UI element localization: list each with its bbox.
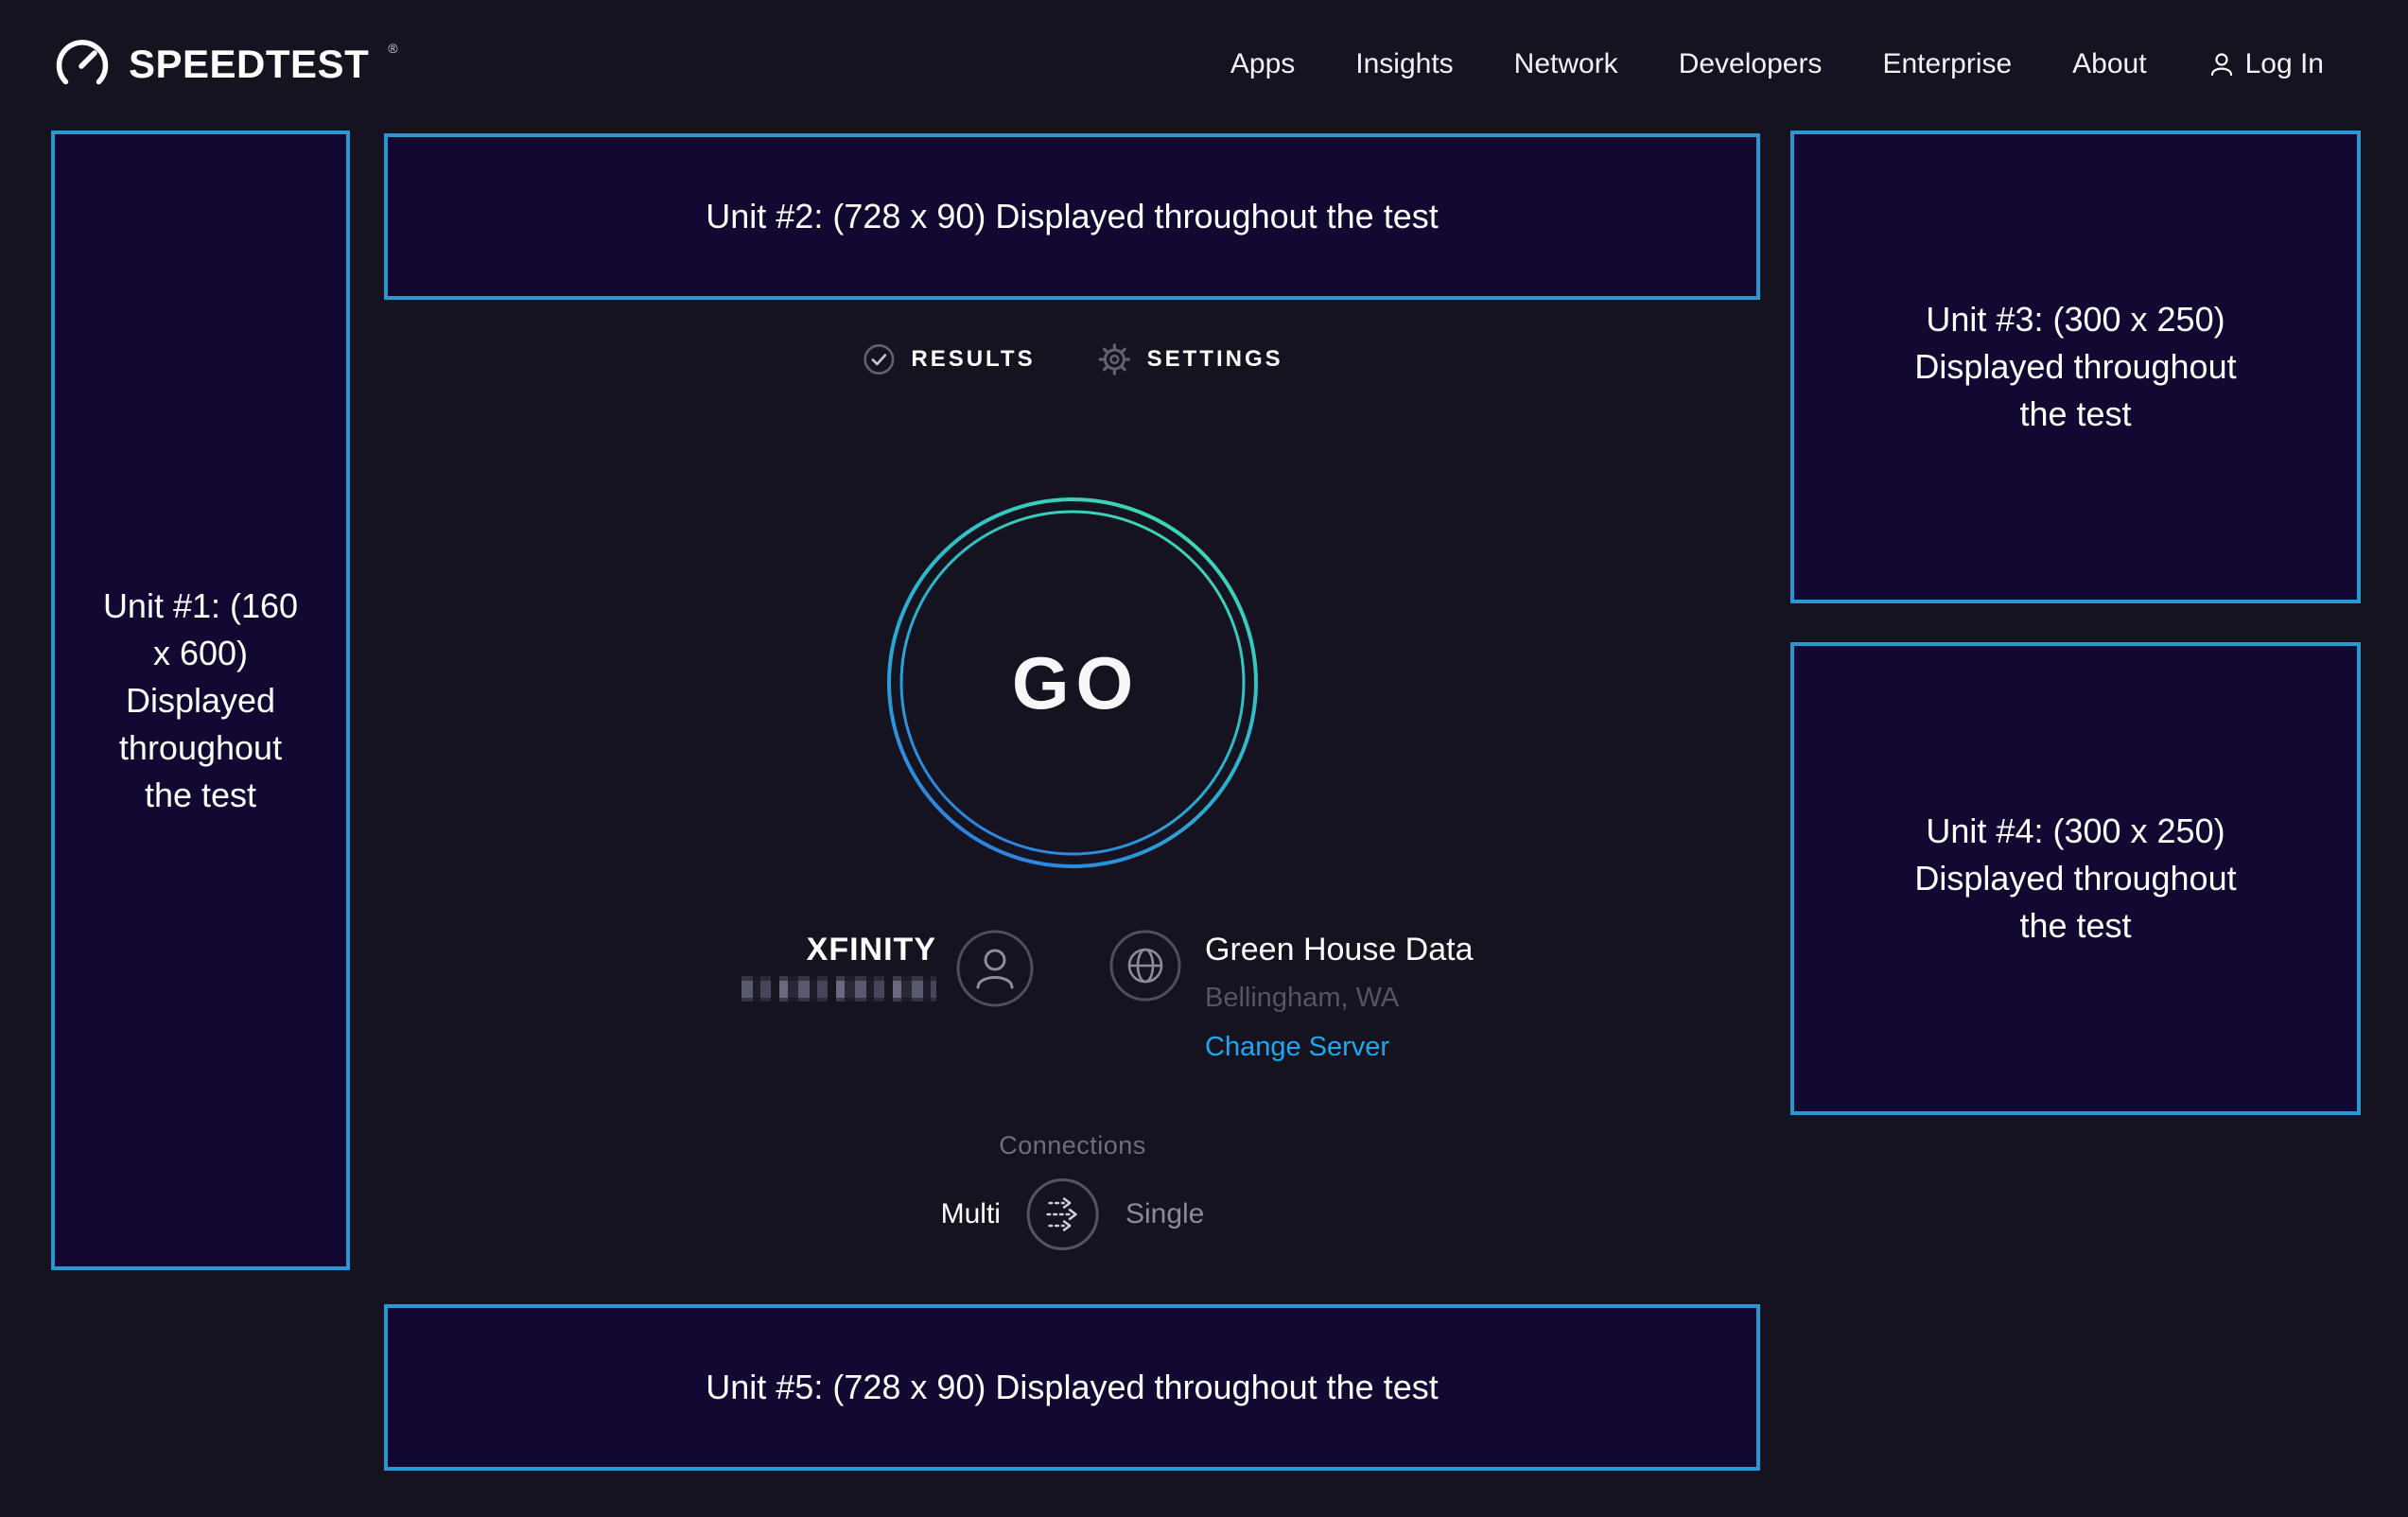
view-tabs: RESULTS SETTINGS: [862, 342, 1283, 376]
globe-circle-icon: [1108, 929, 1182, 1003]
speedtest-logo[interactable]: SPEEDTEST ®: [53, 35, 398, 94]
ad-unit-5[interactable]: Unit #5: (728 x 90) Displayed throughout…: [384, 1304, 1760, 1471]
logo-trademark: ®: [388, 41, 397, 56]
ad-unit-2-label: Unit #2: (728 x 90) Displayed throughout…: [706, 193, 1438, 240]
ad-unit-3[interactable]: Unit #3: (300 x 250) Displayed throughou…: [1790, 131, 2361, 603]
nav-item-about[interactable]: About: [2072, 48, 2146, 80]
connections-toggle-icon[interactable]: [1025, 1177, 1101, 1252]
connections-option-multi[interactable]: Multi: [941, 1198, 1001, 1230]
ad-unit-4[interactable]: Unit #4: (300 x 250) Displayed throughou…: [1790, 642, 2361, 1115]
speedometer-logo-icon: [53, 35, 112, 94]
check-circle-icon: [862, 342, 896, 376]
ad-unit-2[interactable]: Unit #2: (728 x 90) Displayed throughout…: [384, 133, 1760, 300]
user-icon: [2207, 50, 2236, 78]
tab-settings[interactable]: SETTINGS: [1098, 342, 1283, 376]
tab-settings-label: SETTINGS: [1147, 346, 1283, 373]
ad-unit-1[interactable]: Unit #1: (160 x 600) Displayed throughou…: [51, 131, 350, 1270]
server-location: Bellingham, WA: [1205, 984, 1474, 1012]
change-server-link[interactable]: Change Server: [1205, 1033, 1474, 1061]
isp-block: XFINITY: [742, 929, 1035, 1008]
go-button[interactable]: GO: [883, 494, 1262, 872]
ad-unit-1-label: Unit #1: (160 x 600) Displayed throughou…: [100, 583, 301, 819]
server-block: Green House Data Bellingham, WA Change S…: [1108, 929, 1474, 1061]
nav-item-network[interactable]: Network: [1514, 48, 1618, 80]
go-gradient-rings: [883, 494, 1262, 872]
login-link[interactable]: Log In: [2207, 48, 2324, 80]
tab-results[interactable]: RESULTS: [862, 342, 1035, 376]
login-label: Log In: [2245, 48, 2324, 80]
main-nav: Apps Insights Network Developers Enterpr…: [1230, 48, 2324, 80]
connections-label: Connections: [999, 1131, 1146, 1160]
server-name: Green House Data: [1205, 929, 1474, 970]
nav-item-insights[interactable]: Insights: [1355, 48, 1453, 80]
connections-toggle-row: Multi Single: [941, 1177, 1205, 1252]
nav-item-developers[interactable]: Developers: [1679, 48, 1823, 80]
top-nav-bar: SPEEDTEST ® Apps Insights Network Develo…: [0, 0, 2408, 129]
speedtest-page: SPEEDTEST ® Apps Insights Network Develo…: [0, 0, 2408, 1517]
tab-results-label: RESULTS: [911, 346, 1035, 373]
redacted-ip-address: [742, 976, 936, 1002]
nav-item-enterprise[interactable]: Enterprise: [1882, 48, 2012, 80]
isp-name[interactable]: XFINITY: [807, 932, 936, 968]
ad-unit-5-label: Unit #5: (728 x 90) Displayed throughout…: [706, 1364, 1438, 1411]
logo-text: SPEEDTEST: [129, 42, 369, 87]
nav-item-apps[interactable]: Apps: [1230, 48, 1295, 80]
ad-unit-4-label: Unit #4: (300 x 250) Displayed throughou…: [1892, 808, 2260, 950]
user-circle-icon: [955, 929, 1035, 1008]
connections-option-single[interactable]: Single: [1125, 1198, 1204, 1230]
ad-unit-3-label: Unit #3: (300 x 250) Displayed throughou…: [1892, 296, 2260, 438]
gear-icon: [1098, 342, 1132, 376]
